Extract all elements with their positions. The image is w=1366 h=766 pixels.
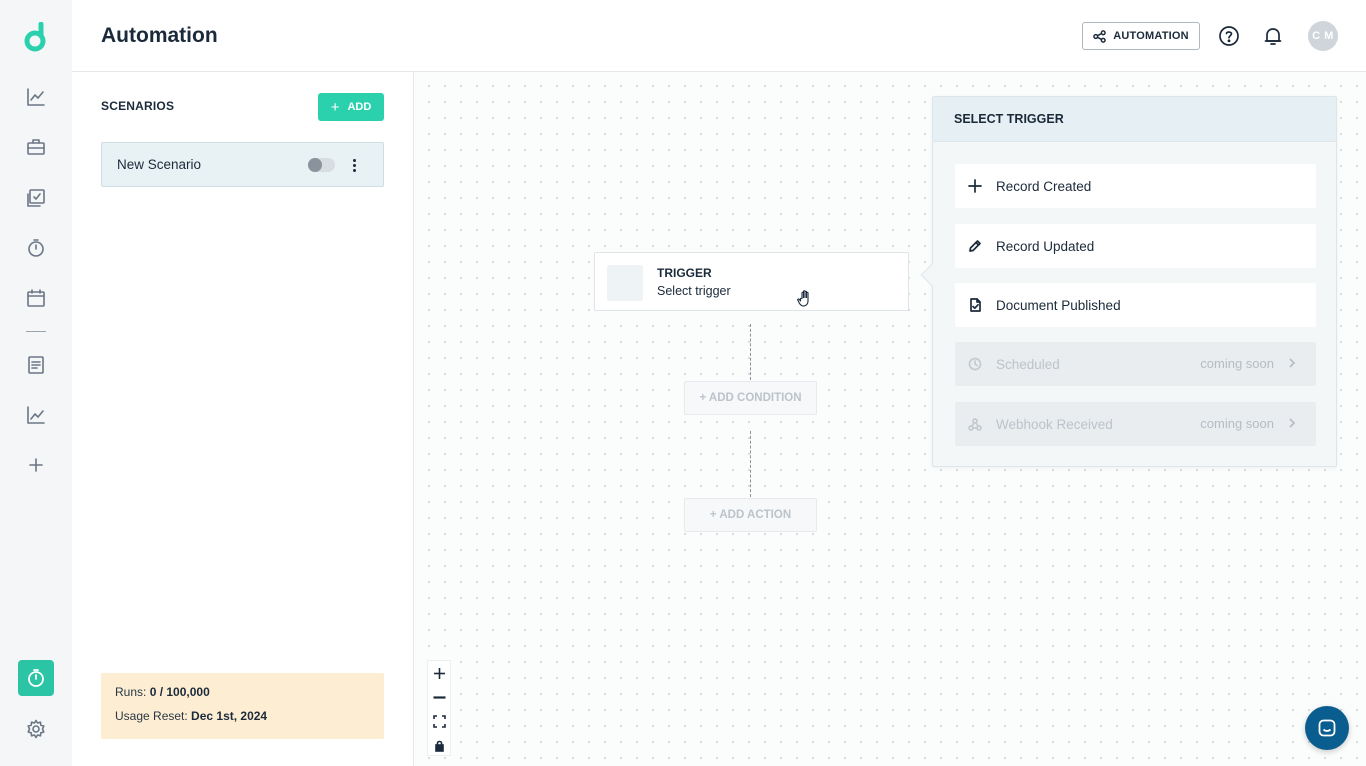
page-title: Automation [101, 24, 218, 47]
automation-button[interactable]: AUTOMATION [1082, 22, 1200, 50]
select-trigger-title: SELECT TRIGGER [933, 97, 1336, 142]
option-label: Webhook Received [996, 416, 1113, 432]
bell-icon[interactable] [1261, 24, 1285, 48]
trigger-option-record-updated[interactable]: Record Updated [955, 224, 1316, 268]
usage-reset-label: Usage Reset: [115, 709, 188, 723]
automation-nav-active[interactable] [18, 660, 54, 696]
runs-label: Runs: [115, 685, 147, 699]
plus-icon: + [330, 98, 340, 116]
option-label: Record Updated [996, 238, 1095, 254]
clock-icon [967, 356, 983, 372]
share-nodes-icon [1093, 29, 1107, 43]
runs-row: Runs: 0 / 100,000 [115, 685, 370, 709]
chevron-right-icon [1286, 416, 1298, 430]
add-condition-button[interactable]: + ADD CONDITION [684, 381, 817, 415]
option-label: Scheduled [996, 356, 1060, 372]
select-trigger-panel: SELECT TRIGGER Record Created Record Upd… [920, 96, 1337, 467]
runs-value: 0 / 100,000 [149, 685, 210, 699]
fit-view-icon[interactable] [428, 709, 450, 733]
coming-soon-badge: coming soon [1200, 356, 1274, 371]
calendar-icon[interactable] [24, 286, 48, 310]
usage-reset-value: Dec 1st, 2024 [191, 709, 268, 723]
top-header: Automation AUTOMATION C M [72, 0, 1366, 72]
scenario-enable-toggle[interactable] [308, 158, 335, 172]
kebab-menu-icon[interactable] [348, 155, 360, 175]
option-label: Record Created [996, 178, 1092, 194]
trigger-option-record-created[interactable]: Record Created [955, 164, 1316, 208]
zoom-controls [427, 660, 451, 756]
document-check-icon [967, 297, 983, 313]
toggle-knob [308, 158, 322, 172]
analytics-icon[interactable] [24, 403, 48, 427]
chart-line-icon[interactable] [24, 85, 48, 109]
trigger-placeholder-icon [607, 265, 643, 301]
automation-button-label: AUTOMATION [1113, 30, 1189, 42]
zoom-in-icon[interactable] [428, 661, 450, 685]
lock-icon[interactable] [428, 733, 450, 757]
add-scenario-label: ADD [347, 101, 372, 113]
add-scenario-button[interactable]: + ADD [318, 93, 384, 121]
trigger-node-subtitle: Select trigger [657, 284, 731, 298]
scenario-list-item[interactable]: New Scenario [101, 142, 384, 187]
pencil-icon [967, 238, 983, 254]
scenarios-title: SCENARIOS [101, 99, 175, 113]
zoom-out-icon[interactable] [428, 685, 450, 709]
help-icon[interactable] [1217, 24, 1241, 48]
plus-icon [967, 178, 983, 194]
app-logo-icon[interactable] [22, 22, 50, 52]
user-avatar[interactable]: C M [1308, 21, 1338, 51]
webhook-icon [967, 416, 983, 432]
workflow-canvas[interactable]: TRIGGER Select trigger + ADD CONDITION +… [415, 72, 1366, 766]
add-action-button[interactable]: + ADD ACTION [684, 498, 817, 532]
plus-icon[interactable] [24, 453, 48, 477]
usage-reset-row: Usage Reset: Dec 1st, 2024 [115, 709, 370, 733]
hand-cursor-icon [797, 290, 809, 307]
chat-support-button[interactable] [1305, 706, 1349, 750]
scenario-name: New Scenario [117, 157, 202, 172]
trigger-option-document-published[interactable]: Document Published [955, 283, 1316, 327]
usage-info-box: Runs: 0 / 100,000 Usage Reset: Dec 1st, … [101, 673, 384, 739]
gear-icon[interactable] [24, 717, 48, 741]
scenarios-panel: SCENARIOS + ADD New Scenario Runs: 0 / 1… [72, 72, 414, 766]
briefcase-icon[interactable] [24, 135, 48, 159]
connector-line [750, 324, 751, 380]
panel-pointer [920, 263, 944, 287]
left-nav-rail [0, 0, 72, 766]
stopwatch-icon[interactable] [24, 236, 48, 260]
trigger-option-scheduled[interactable]: Scheduled coming soon [955, 342, 1316, 386]
tasks-checklist-icon[interactable] [24, 186, 48, 210]
trigger-option-webhook-received[interactable]: Webhook Received coming soon [955, 402, 1316, 446]
chevron-right-icon [1286, 356, 1298, 370]
document-icon[interactable] [24, 353, 48, 377]
stopwatch-icon [28, 669, 44, 687]
connector-line [750, 431, 751, 497]
option-label: Document Published [996, 297, 1121, 313]
trigger-node[interactable]: TRIGGER Select trigger [594, 252, 909, 311]
chat-icon [1318, 719, 1336, 737]
nav-divider [26, 331, 46, 332]
trigger-node-title: TRIGGER [657, 266, 712, 280]
coming-soon-badge: coming soon [1200, 416, 1274, 431]
